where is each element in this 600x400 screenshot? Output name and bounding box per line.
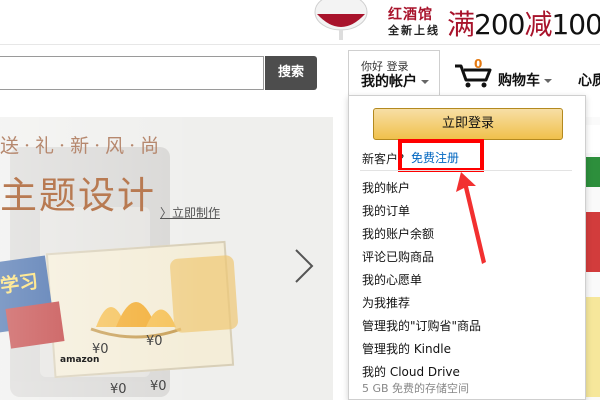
cart-button[interactable]: 0 购物车: [454, 57, 574, 90]
hero-slogan: 送·礼·新·风·尚: [0, 135, 165, 157]
search-button[interactable]: 搜索: [265, 56, 317, 90]
sign-in-button[interactable]: 立即登录: [373, 108, 563, 140]
chevron-down-icon: [544, 79, 552, 83]
menu-item-review-purchases[interactable]: 评论已购商品: [362, 248, 434, 265]
account-label-text: 我的帐户: [361, 74, 417, 90]
hero-title: 主题设计: [0, 174, 156, 217]
menu-item-account-balance[interactable]: 我的账户余额: [362, 225, 434, 242]
cart-count: 0: [474, 57, 483, 71]
price-tag: ¥0: [150, 379, 167, 394]
chevron-down-icon: [421, 80, 429, 84]
chevron-right-icon[interactable]: [292, 248, 316, 284]
account-label[interactable]: 我的帐户: [361, 71, 429, 91]
promo-offer-threshold: 200: [474, 8, 525, 41]
price-tag: ¥0: [146, 334, 163, 349]
menu-item-subscribe-save[interactable]: 管理我的"订购省"商品: [362, 317, 481, 334]
amazon-cn-page: 红酒馆 全新上线 满200减100多 搜索 你好 登录 我的帐户 0 购物车 心…: [0, 0, 600, 400]
make-now-link[interactable]: 〉立即制作: [160, 204, 220, 221]
menu-item-recommendations[interactable]: 为我推荐: [362, 294, 410, 311]
wishlist-link[interactable]: 心质: [578, 70, 600, 90]
menu-item-wishlist[interactable]: 我的心愿单: [362, 271, 422, 288]
menu-item-cloud-drive[interactable]: 我的 Cloud Drive: [362, 363, 460, 380]
promo-line-2: 全新上线: [388, 24, 440, 37]
side-promo-fragment: [585, 297, 600, 397]
promo-offer[interactable]: 满200减100多: [447, 3, 600, 43]
side-promo-fragment: [585, 212, 600, 272]
side-promo-fragment: [585, 125, 600, 153]
dropdown-divider: [360, 170, 572, 171]
promo-offer-amount: 100: [551, 8, 600, 41]
red-arrow-icon: [456, 172, 486, 264]
menu-item-my-account[interactable]: 我的帐户: [362, 179, 410, 196]
brand-label: amazon: [60, 355, 100, 365]
hero-carousel[interactable]: 学习 送·礼·新·风·尚 主题设计 〉立即制作 ¥0 ¥0 ¥0 ¥0: [0, 117, 333, 400]
header-divider: [0, 44, 600, 45]
price-tag: ¥0: [110, 382, 127, 397]
cart-label: 购物车: [498, 70, 552, 90]
menu-item-my-orders[interactable]: 我的订单: [362, 202, 410, 219]
storage-note: 5 GB 免费的存储空间: [362, 382, 470, 395]
search-input[interactable]: [0, 56, 264, 90]
side-promo-fragment: [585, 157, 600, 187]
cart-label-text: 购物车: [498, 73, 540, 89]
menu-item-kindle[interactable]: 管理我的 Kindle: [362, 340, 451, 357]
promo-offer-prefix: 满: [447, 8, 475, 41]
side-promo-strip[interactable]: [585, 117, 600, 400]
promo-line-1: 红酒馆: [388, 7, 433, 23]
promo-offer-mid: 减: [524, 8, 552, 41]
wine-glass-icon: [314, 0, 368, 40]
